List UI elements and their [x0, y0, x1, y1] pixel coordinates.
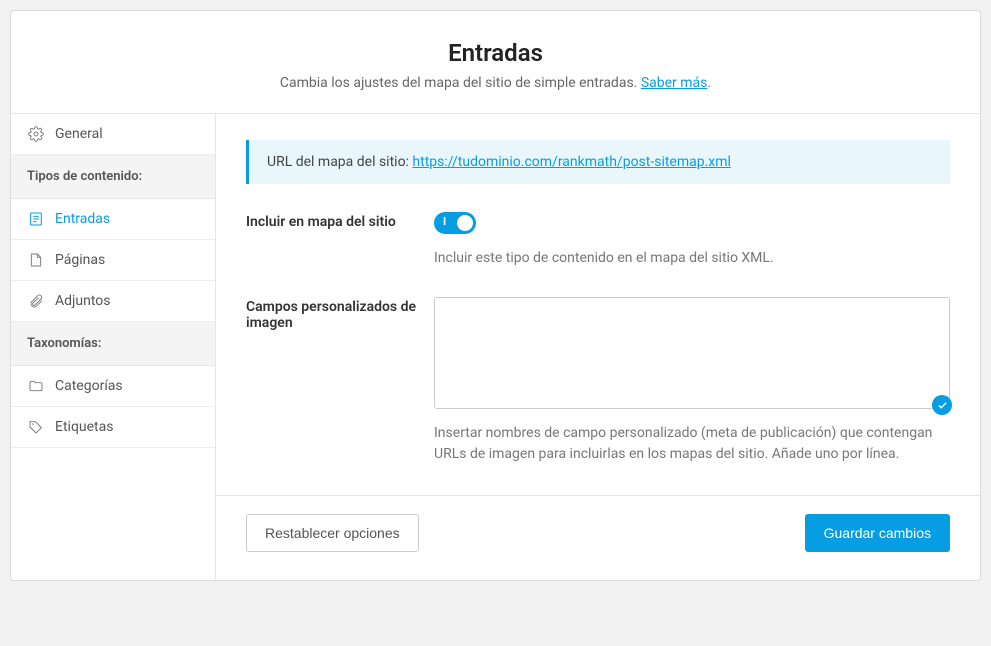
- sidebar-item-categorias[interactable]: Categorías: [11, 366, 215, 407]
- custom-image-label: Campos personalizados de imagen: [246, 297, 434, 331]
- panel-header: Entradas Cambia los ajustes del mapa del…: [11, 11, 980, 114]
- notice-label: URL del mapa del sitio:: [267, 154, 412, 170]
- sidebar-item-label: Páginas: [55, 252, 105, 268]
- content-area: URL del mapa del sitio: https://tudomini…: [216, 114, 980, 580]
- sidebar-item-label: Adjuntos: [55, 293, 110, 309]
- page-title: Entradas: [31, 39, 960, 67]
- subtitle-suffix: .: [707, 75, 711, 91]
- custom-image-description: Insertar nombres de campo personalizado …: [434, 423, 950, 465]
- footer-actions: Restablecer opciones Guardar cambios: [216, 495, 980, 570]
- sidebar-item-label: Entradas: [55, 211, 110, 227]
- sidebar-item-label: General: [55, 126, 103, 142]
- sidebar-item-etiquetas[interactable]: Etiquetas: [11, 407, 215, 448]
- page-subtitle: Cambia los ajustes del mapa del sitio de…: [31, 75, 960, 91]
- include-description: Incluir este tipo de contenido en el map…: [434, 248, 950, 269]
- sidebar: General Tipos de contenido: Entradas Pág…: [11, 114, 216, 580]
- include-toggle[interactable]: [434, 212, 476, 234]
- reset-button[interactable]: Restablecer opciones: [246, 514, 419, 552]
- sidebar-item-label: Etiquetas: [55, 419, 113, 435]
- gear-icon: [27, 126, 45, 142]
- sidebar-group-content-types: Tipos de contenido:: [11, 155, 215, 199]
- learn-more-link[interactable]: Saber más: [641, 75, 708, 91]
- sidebar-item-entradas[interactable]: Entradas: [11, 199, 215, 240]
- sidebar-group-taxonomies: Taxonomías:: [11, 322, 215, 366]
- settings-panel: Entradas Cambia los ajustes del mapa del…: [10, 10, 981, 581]
- sitemap-url-notice: URL del mapa del sitio: https://tudomini…: [246, 140, 950, 184]
- sidebar-item-paginas[interactable]: Páginas: [11, 240, 215, 281]
- check-icon: [932, 395, 952, 415]
- subtitle-text: Cambia los ajustes del mapa del sitio de…: [280, 75, 641, 91]
- panel-body: General Tipos de contenido: Entradas Pág…: [11, 114, 980, 580]
- sidebar-item-label: Categorías: [55, 378, 123, 394]
- textarea-wrapper: [434, 297, 950, 413]
- sitemap-url-link[interactable]: https://tudominio.com/rankmath/post-site…: [412, 154, 731, 170]
- field-include-in-sitemap: Incluir en mapa del sitio Incluir este t…: [246, 212, 950, 269]
- document-lines-icon: [27, 211, 45, 227]
- field-custom-image-fields: Campos personalizados de imagen Insertar…: [246, 297, 950, 465]
- attachment-icon: [27, 293, 45, 309]
- page-icon: [27, 252, 45, 268]
- folder-icon: [27, 378, 45, 394]
- sidebar-item-adjuntos[interactable]: Adjuntos: [11, 281, 215, 322]
- tag-icon: [27, 419, 45, 435]
- sidebar-item-general[interactable]: General: [11, 114, 215, 155]
- include-label: Incluir en mapa del sitio: [246, 212, 434, 230]
- custom-image-textarea[interactable]: [434, 297, 950, 409]
- save-button[interactable]: Guardar cambios: [805, 514, 950, 552]
